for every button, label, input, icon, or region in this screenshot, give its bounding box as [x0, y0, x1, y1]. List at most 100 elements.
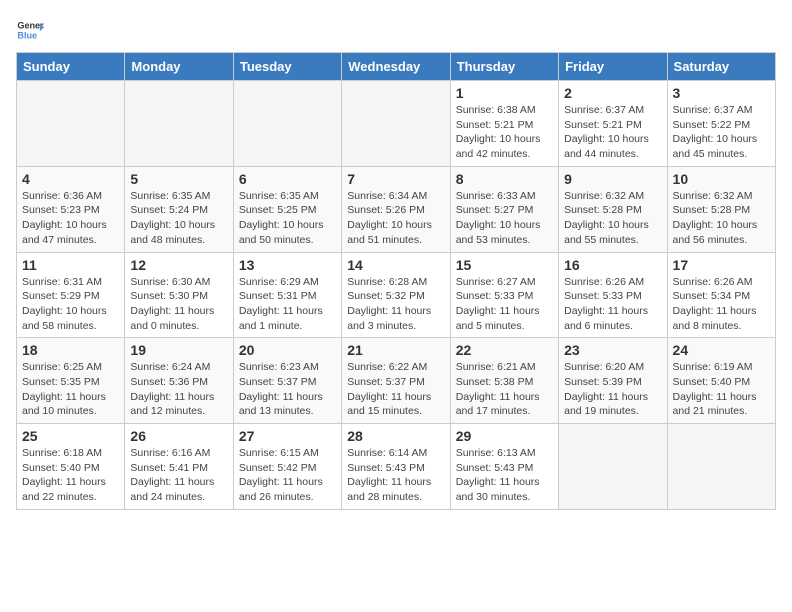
- day-number: 25: [22, 428, 119, 444]
- calendar-cell: 13Sunrise: 6:29 AM Sunset: 5:31 PM Dayli…: [233, 252, 341, 338]
- day-info: Sunrise: 6:37 AM Sunset: 5:21 PM Dayligh…: [564, 103, 661, 162]
- day-info: Sunrise: 6:33 AM Sunset: 5:27 PM Dayligh…: [456, 189, 553, 248]
- day-info: Sunrise: 6:30 AM Sunset: 5:30 PM Dayligh…: [130, 275, 227, 334]
- calendar-cell: 12 Sunrise: 6:30 AM Sunset: 5:30 PM Dayli…: [125, 252, 233, 338]
- day-number: 18: [22, 342, 119, 358]
- calendar-body: 1 Sunrise: 6:38 AM Sunset: 5:21 PM Daylig…: [17, 81, 776, 510]
- day-info: Sunrise: 6:27 AM Sunset: 5:33 PM Dayligh…: [456, 275, 553, 334]
- day-info: Sunrise: 6:13 AM Sunset: 5:43 PM Dayligh…: [456, 446, 553, 505]
- day-info: Sunrise: 6:26 AM Sunset: 5:34 PM Dayligh…: [673, 275, 770, 334]
- day-number: 13: [239, 257, 336, 273]
- day-info: Sunrise: 6:26 AM Sunset: 5:33 PM Dayligh…: [564, 275, 661, 334]
- calendar-cell: 29 Sunrise: 6:13 AM Sunset: 5:43 PM Dayli…: [450, 424, 558, 510]
- day-number: 15: [456, 257, 553, 273]
- day-number: 27: [239, 428, 336, 444]
- calendar-cell: 6 Sunrise: 6:35 AM Sunset: 5:25 PM Daylig…: [233, 166, 341, 252]
- day-number: 9: [564, 171, 661, 187]
- calendar-cell: [342, 81, 450, 167]
- day-info: Sunrise: 6:24 AM Sunset: 5:36 PM Dayligh…: [130, 360, 227, 419]
- day-number: 16: [564, 257, 661, 273]
- day-number: 11: [22, 257, 119, 273]
- day-info: Sunrise: 6:19 AM Sunset: 5:40 PM Dayligh…: [673, 360, 770, 419]
- calendar-cell: 3 Sunrise: 6:37 AM Sunset: 5:22 PM Daylig…: [667, 81, 775, 167]
- weekday-header-saturday: Saturday: [667, 53, 775, 81]
- day-number: 19: [130, 342, 227, 358]
- weekday-header-wednesday: Wednesday: [342, 53, 450, 81]
- calendar-cell: 7 Sunrise: 6:34 AM Sunset: 5:26 PM Daylig…: [342, 166, 450, 252]
- day-info: Sunrise: 6:14 AM Sunset: 5:43 PM Dayligh…: [347, 446, 444, 505]
- calendar-cell: 16 Sunrise: 6:26 AM Sunset: 5:33 PM Dayli…: [559, 252, 667, 338]
- calendar-cell: [125, 81, 233, 167]
- day-number: 12: [130, 257, 227, 273]
- calendar-cell: 2 Sunrise: 6:37 AM Sunset: 5:21 PM Daylig…: [559, 81, 667, 167]
- calendar-cell: 9 Sunrise: 6:32 AM Sunset: 5:28 PM Daylig…: [559, 166, 667, 252]
- logo: General Blue: [16, 16, 44, 44]
- calendar-cell: [559, 424, 667, 510]
- day-info: Sunrise: 6:28 AM Sunset: 5:32 PM Dayligh…: [347, 275, 444, 334]
- day-info: Sunrise: 6:21 AM Sunset: 5:38 PM Dayligh…: [456, 360, 553, 419]
- day-info: Sunrise: 6:16 AM Sunset: 5:41 PM Dayligh…: [130, 446, 227, 505]
- calendar-cell: 10 Sunrise: 6:32 AM Sunset: 5:28 PM Dayli…: [667, 166, 775, 252]
- day-number: 7: [347, 171, 444, 187]
- calendar-cell: 14 Sunrise: 6:28 AM Sunset: 5:32 PM Dayli…: [342, 252, 450, 338]
- calendar-cell: 26 Sunrise: 6:16 AM Sunset: 5:41 PM Dayli…: [125, 424, 233, 510]
- calendar-cell: 17 Sunrise: 6:26 AM Sunset: 5:34 PM Dayli…: [667, 252, 775, 338]
- day-number: 28: [347, 428, 444, 444]
- calendar-cell: 27 Sunrise: 6:15 AM Sunset: 5:42 PM Dayli…: [233, 424, 341, 510]
- calendar-week-5: 25 Sunrise: 6:18 AM Sunset: 5:40 PM Dayli…: [17, 424, 776, 510]
- day-number: 14: [347, 257, 444, 273]
- day-info: Sunrise: 6:32 AM Sunset: 5:28 PM Dayligh…: [564, 189, 661, 248]
- day-number: 17: [673, 257, 770, 273]
- day-number: 26: [130, 428, 227, 444]
- calendar-week-3: 11 Sunrise: 6:31 AM Sunset: 5:29 PM Dayli…: [17, 252, 776, 338]
- day-number: 23: [564, 342, 661, 358]
- calendar-cell: 24 Sunrise: 6:19 AM Sunset: 5:40 PM Dayli…: [667, 338, 775, 424]
- calendar-cell: 8 Sunrise: 6:33 AM Sunset: 5:27 PM Daylig…: [450, 166, 558, 252]
- day-number: 2: [564, 85, 661, 101]
- calendar-cell: 22 Sunrise: 6:21 AM Sunset: 5:38 PM Dayli…: [450, 338, 558, 424]
- weekday-header-friday: Friday: [559, 53, 667, 81]
- day-info: Sunrise: 6:36 AM Sunset: 5:23 PM Dayligh…: [22, 189, 119, 248]
- day-number: 3: [673, 85, 770, 101]
- calendar-cell: [667, 424, 775, 510]
- day-info: Sunrise: 6:15 AM Sunset: 5:42 PM Dayligh…: [239, 446, 336, 505]
- weekday-header-tuesday: Tuesday: [233, 53, 341, 81]
- day-number: 4: [22, 171, 119, 187]
- svg-text:Blue: Blue: [17, 30, 37, 40]
- calendar-cell: 21Sunrise: 6:22 AM Sunset: 5:37 PM Dayli…: [342, 338, 450, 424]
- day-number: 1: [456, 85, 553, 101]
- day-info: Sunrise: 6:35 AM Sunset: 5:25 PM Dayligh…: [239, 189, 336, 248]
- page-header: General Blue: [16, 16, 776, 44]
- calendar-cell: 4 Sunrise: 6:36 AM Sunset: 5:23 PM Daylig…: [17, 166, 125, 252]
- day-info: Sunrise: 6:32 AM Sunset: 5:28 PM Dayligh…: [673, 189, 770, 248]
- day-number: 22: [456, 342, 553, 358]
- day-info: Sunrise: 6:34 AM Sunset: 5:26 PM Dayligh…: [347, 189, 444, 248]
- day-number: 29: [456, 428, 553, 444]
- calendar-week-4: 18 Sunrise: 6:25 AM Sunset: 5:35 PM Dayli…: [17, 338, 776, 424]
- calendar-cell: 1 Sunrise: 6:38 AM Sunset: 5:21 PM Daylig…: [450, 81, 558, 167]
- day-info: Sunrise: 6:20 AM Sunset: 5:39 PM Dayligh…: [564, 360, 661, 419]
- weekday-header-monday: Monday: [125, 53, 233, 81]
- day-info: Sunrise: 6:31 AM Sunset: 5:29 PM Dayligh…: [22, 275, 119, 334]
- weekday-header-row: SundayMondayTuesdayWednesdayThursdayFrid…: [17, 53, 776, 81]
- day-number: 10: [673, 171, 770, 187]
- calendar-week-2: 4 Sunrise: 6:36 AM Sunset: 5:23 PM Daylig…: [17, 166, 776, 252]
- day-info: Sunrise: 6:18 AM Sunset: 5:40 PM Dayligh…: [22, 446, 119, 505]
- weekday-header-sunday: Sunday: [17, 53, 125, 81]
- weekday-header-thursday: Thursday: [450, 53, 558, 81]
- day-info: Sunrise: 6:35 AM Sunset: 5:24 PM Dayligh…: [130, 189, 227, 248]
- calendar-cell: 18 Sunrise: 6:25 AM Sunset: 5:35 PM Dayli…: [17, 338, 125, 424]
- day-number: 24: [673, 342, 770, 358]
- calendar-cell: [233, 81, 341, 167]
- day-info: Sunrise: 6:37 AM Sunset: 5:22 PM Dayligh…: [673, 103, 770, 162]
- day-number: 5: [130, 171, 227, 187]
- day-number: 8: [456, 171, 553, 187]
- day-info: Sunrise: 6:38 AM Sunset: 5:21 PM Dayligh…: [456, 103, 553, 162]
- calendar-cell: 15 Sunrise: 6:27 AM Sunset: 5:33 PM Dayli…: [450, 252, 558, 338]
- calendar-cell: 20Sunrise: 6:23 AM Sunset: 5:37 PM Dayli…: [233, 338, 341, 424]
- calendar-week-1: 1 Sunrise: 6:38 AM Sunset: 5:21 PM Daylig…: [17, 81, 776, 167]
- calendar-cell: 25 Sunrise: 6:18 AM Sunset: 5:40 PM Dayli…: [17, 424, 125, 510]
- day-number: 6: [239, 171, 336, 187]
- calendar-cell: 5 Sunrise: 6:35 AM Sunset: 5:24 PM Daylig…: [125, 166, 233, 252]
- day-info: Sunrise: 6:25 AM Sunset: 5:35 PM Dayligh…: [22, 360, 119, 419]
